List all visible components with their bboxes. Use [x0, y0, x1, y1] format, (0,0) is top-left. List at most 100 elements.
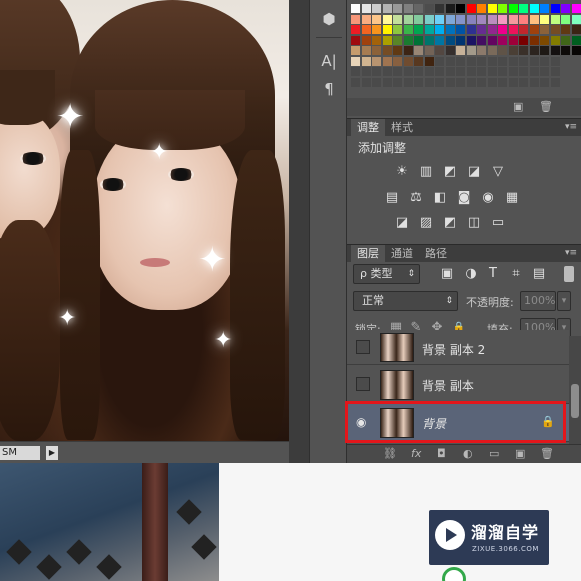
color-swatch[interactable] [487, 14, 497, 24]
color-swatch[interactable] [508, 4, 518, 13]
color-swatch[interactable] [550, 46, 560, 55]
color-swatch[interactable] [498, 14, 507, 24]
color-swatch[interactable] [403, 25, 413, 34]
new-layer-icon[interactable]: ▣ [515, 447, 525, 460]
visibility-toggle[interactable] [356, 377, 370, 391]
delete-swatch-icon[interactable]: 🗑 [539, 100, 553, 113]
color-swatch[interactable] [393, 77, 402, 87]
color-swatch[interactable] [561, 25, 570, 34]
color-swatch[interactable] [456, 77, 465, 87]
color-swatch[interactable] [403, 77, 413, 87]
document-canvas[interactable]: ✦ ✦ ✦ ✦ ✦ [0, 0, 289, 441]
color-swatch[interactable] [529, 77, 539, 87]
color-swatch[interactable] [477, 77, 486, 87]
color-swatch[interactable] [382, 46, 392, 55]
color-swatch[interactable] [456, 35, 465, 45]
color-swatch[interactable] [403, 35, 413, 45]
zoom-field[interactable]: SM [0, 446, 40, 460]
levels-icon[interactable]: ▥ [418, 164, 434, 179]
color-swatch[interactable] [445, 4, 455, 13]
add-mask-icon[interactable]: ◘ [437, 447, 446, 460]
black-white-icon[interactable]: ◧ [432, 190, 448, 205]
color-swatch[interactable] [424, 14, 434, 24]
color-swatch[interactable] [435, 56, 444, 66]
color-swatch[interactable] [445, 56, 455, 66]
color-swatch[interactable] [435, 25, 444, 34]
color-swatch[interactable] [571, 25, 581, 34]
color-swatch[interactable] [414, 14, 423, 24]
color-swatch[interactable] [477, 56, 486, 66]
posterize-icon[interactable]: ▨ [418, 215, 434, 230]
color-swatch[interactable] [351, 25, 360, 34]
opacity-dropdown-icon[interactable]: ▾ [557, 291, 571, 311]
color-swatch[interactable] [487, 77, 497, 87]
color-swatch[interactable] [351, 46, 360, 55]
paragraph-panel-icon[interactable]: ¶ [317, 78, 341, 100]
color-swatch[interactable] [508, 56, 518, 66]
color-swatch[interactable] [456, 46, 465, 55]
color-swatch[interactable] [361, 46, 371, 55]
color-swatch[interactable] [561, 35, 570, 45]
color-swatch[interactable] [456, 4, 465, 13]
color-swatch[interactable] [456, 67, 465, 76]
color-swatch[interactable] [393, 25, 402, 34]
color-swatch[interactable] [466, 25, 476, 34]
color-swatch[interactable] [445, 14, 455, 24]
filter-toggle-switch[interactable] [564, 266, 574, 282]
color-swatch[interactable] [372, 35, 381, 45]
color-swatch[interactable] [435, 77, 444, 87]
color-swatch[interactable] [550, 67, 560, 76]
color-swatch[interactable] [403, 67, 413, 76]
hue-saturation-icon[interactable]: ▤ [384, 190, 400, 205]
delete-layer-icon[interactable]: 🗑 [540, 447, 554, 460]
color-swatch[interactable] [361, 35, 371, 45]
new-adjustment-layer-icon[interactable]: ◐ [463, 447, 473, 460]
color-swatch[interactable] [571, 46, 581, 55]
color-swatch[interactable] [498, 67, 507, 76]
color-swatch[interactable] [487, 67, 497, 76]
color-swatch[interactable] [372, 46, 381, 55]
color-swatch[interactable] [477, 35, 486, 45]
color-swatch[interactable] [529, 56, 539, 66]
color-swatch[interactable] [498, 46, 507, 55]
color-swatch[interactable] [414, 77, 423, 87]
color-swatch[interactable] [435, 35, 444, 45]
color-swatch[interactable] [456, 14, 465, 24]
color-swatch[interactable] [508, 14, 518, 24]
color-swatch[interactable] [424, 67, 434, 76]
color-swatch[interactable] [393, 4, 402, 13]
panel-menu-icon[interactable]: ▾≡ [565, 248, 577, 258]
link-layers-icon[interactable]: ⛓ [383, 447, 397, 460]
color-swatch[interactable] [487, 4, 497, 13]
color-swatch[interactable] [414, 25, 423, 34]
vibrance-icon[interactable]: ▽ [490, 164, 506, 179]
color-swatch[interactable] [498, 35, 507, 45]
color-swatch[interactable] [540, 25, 549, 34]
color-swatch[interactable] [372, 14, 381, 24]
color-swatch[interactable] [435, 67, 444, 76]
scrollbar-thumb[interactable] [571, 384, 579, 418]
color-swatch[interactable] [519, 35, 528, 45]
color-swatch[interactable] [571, 35, 581, 45]
color-swatch[interactable] [519, 67, 528, 76]
color-swatch[interactable] [435, 46, 444, 55]
channel-mixer-icon[interactable]: ◉ [480, 190, 496, 205]
color-swatch[interactable] [361, 56, 371, 66]
color-swatch[interactable] [361, 4, 371, 13]
color-swatch[interactable] [466, 14, 476, 24]
3d-object-icon[interactable]: ⬢ [317, 8, 341, 30]
filter-smart-object-icon[interactable]: ▤ [531, 266, 547, 281]
filter-type-icon[interactable]: T [485, 266, 501, 281]
color-swatch[interactable] [351, 67, 360, 76]
color-swatch[interactable] [414, 35, 423, 45]
color-swatch[interactable] [487, 56, 497, 66]
color-swatch[interactable] [519, 77, 528, 87]
color-swatch[interactable] [372, 77, 381, 87]
color-swatch[interactable] [382, 56, 392, 66]
color-swatch[interactable] [550, 77, 560, 87]
color-swatch[interactable] [424, 35, 434, 45]
color-swatch[interactable] [351, 56, 360, 66]
color-swatch[interactable] [529, 14, 539, 24]
color-swatch[interactable] [351, 14, 360, 24]
color-swatch[interactable] [529, 4, 539, 13]
